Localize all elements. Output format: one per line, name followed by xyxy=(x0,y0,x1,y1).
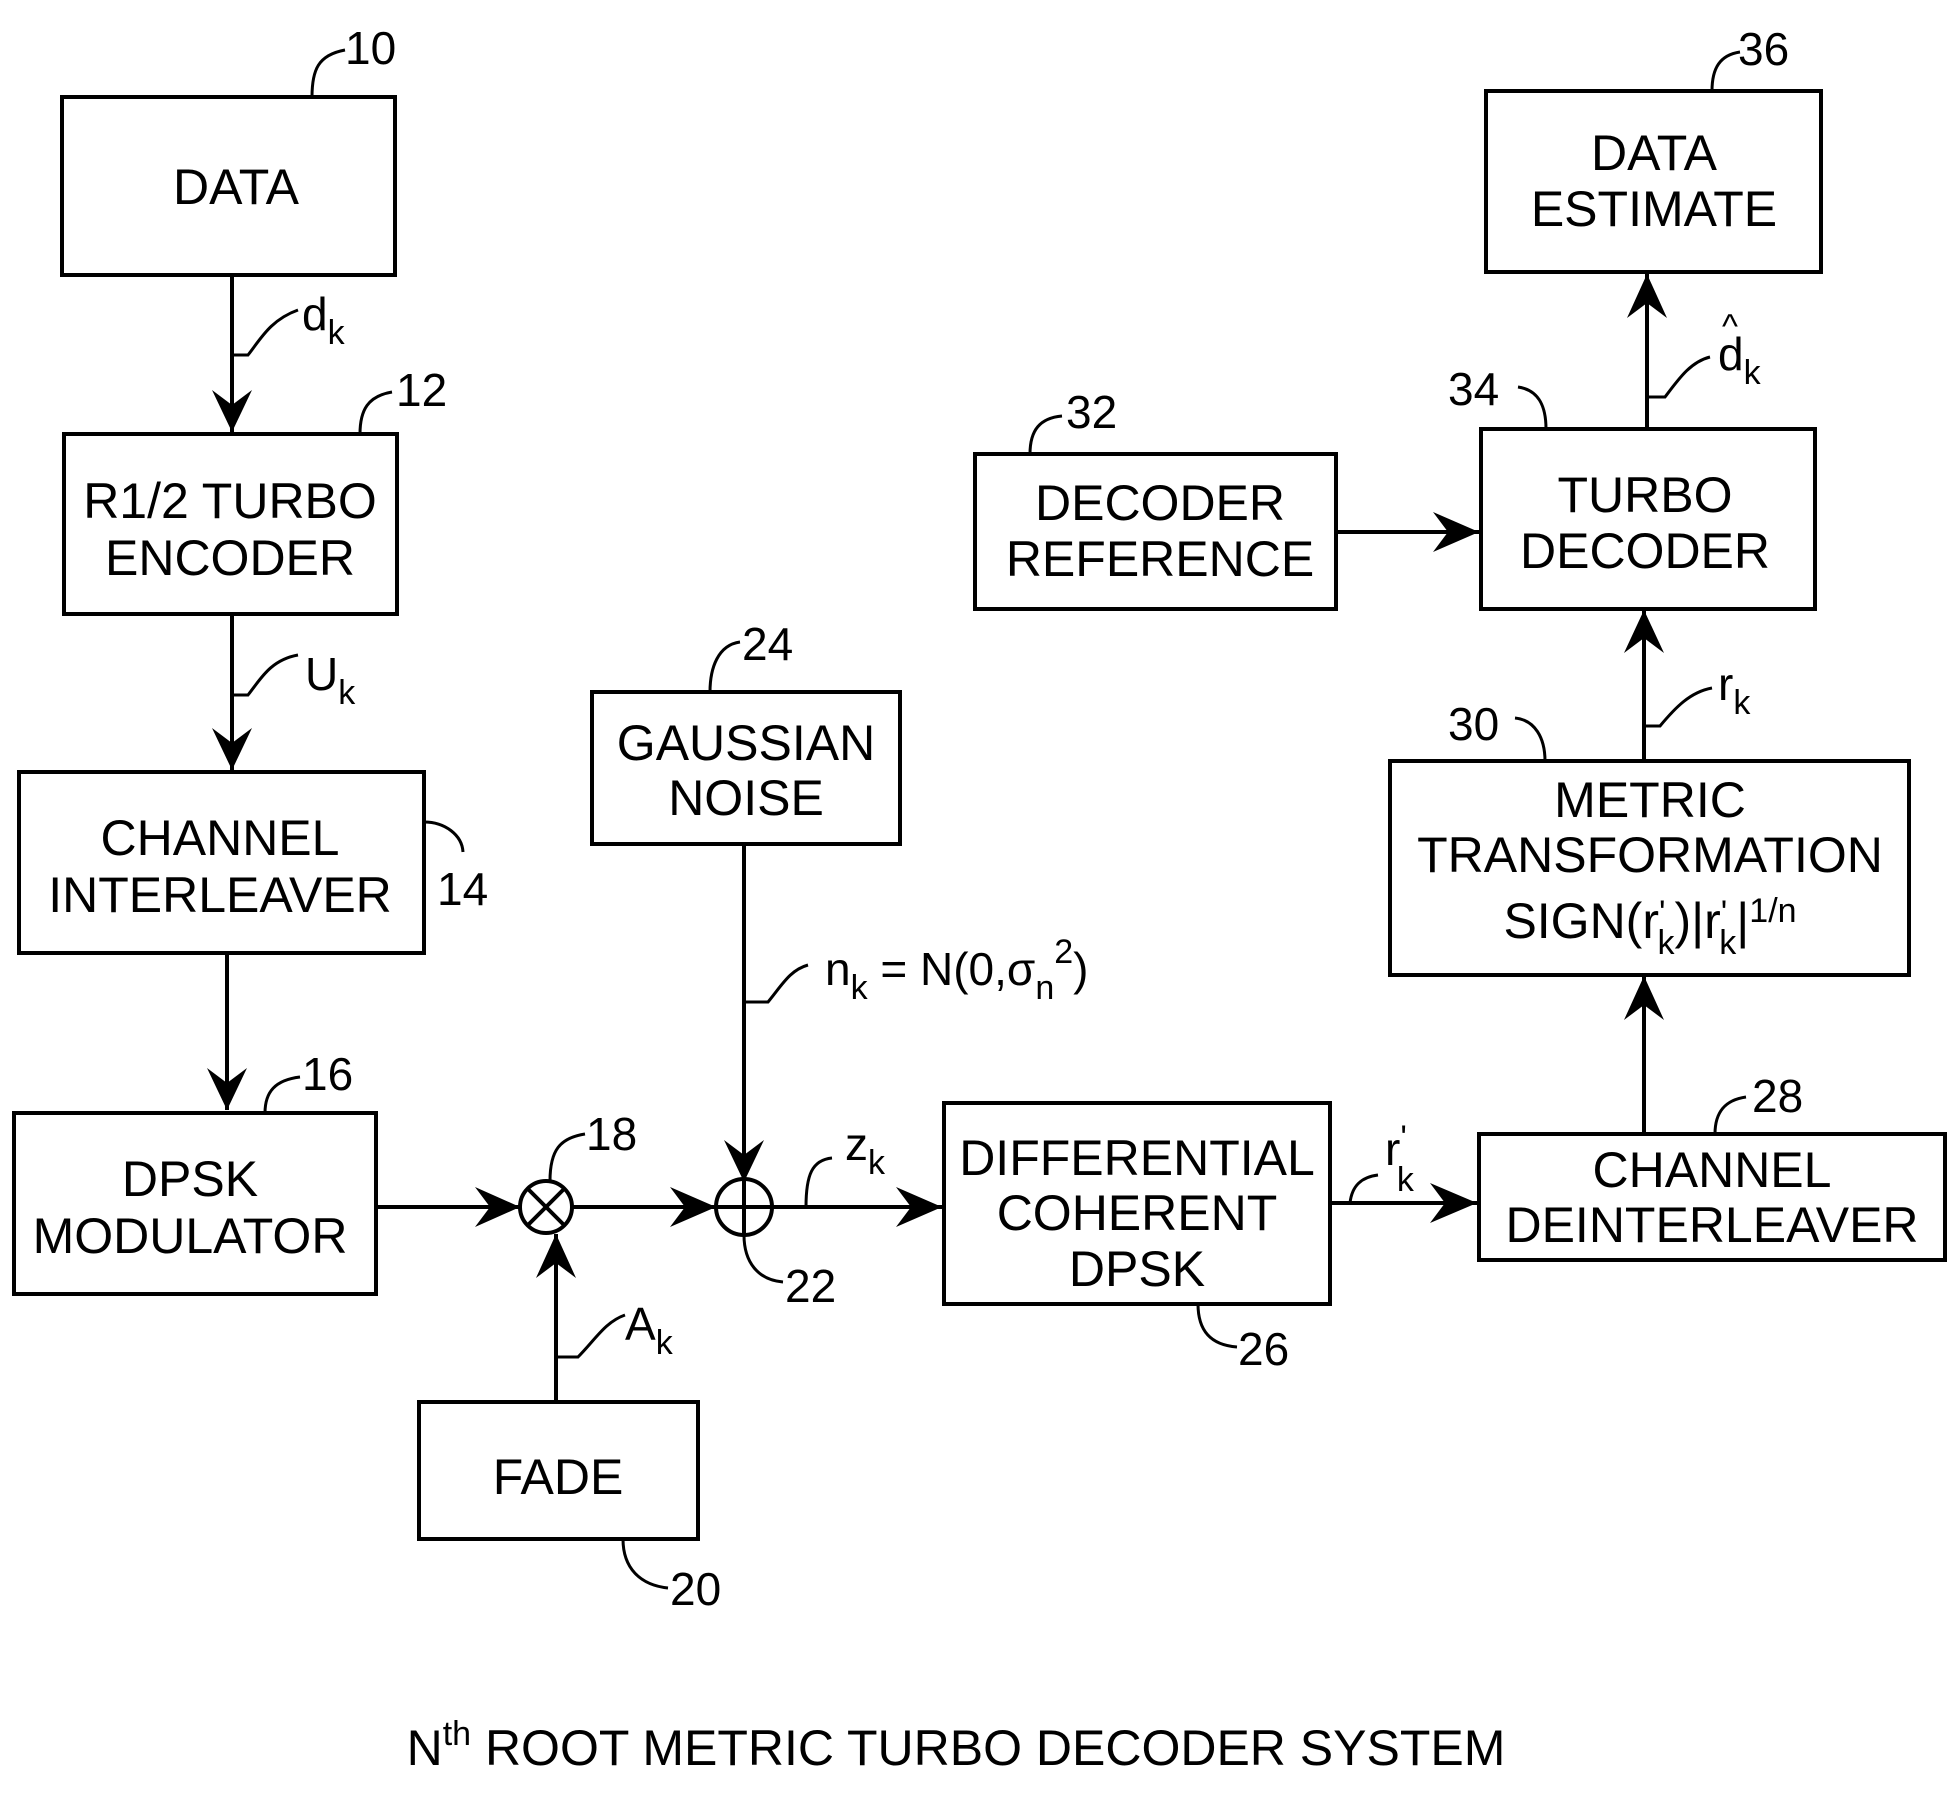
ref-36: 36 xyxy=(1738,23,1789,75)
block-turbo-decoder: TURBO DECODER 34 xyxy=(1448,363,1817,611)
block-metric-transformation: METRIC TRANSFORMATION SIGN(r' k)|r' k|1/n … xyxy=(1388,698,1911,977)
signal-dk: dk xyxy=(302,288,346,352)
block-modulator-label-2: MODULATOR xyxy=(33,1208,348,1264)
signal-ak: Ak xyxy=(625,1298,674,1362)
block-differential-coherent-dpsk: DIFFERENTIAL COHERENT DPSK 26 xyxy=(942,1101,1332,1375)
block-demod-label-2: COHERENT xyxy=(997,1185,1278,1241)
block-dpsk-modulator: DPSK MODULATOR 16 xyxy=(12,1048,378,1296)
block-gaussian-noise: GAUSSIAN NOISE 24 xyxy=(590,618,902,846)
leader-rk-prime xyxy=(1348,1173,1379,1204)
figure-title: Nth ROOT METRIC TURBO DECODER SYSTEM xyxy=(407,1715,1506,1776)
ref-12: 12 xyxy=(396,364,447,416)
leader-rk xyxy=(1644,686,1713,728)
ref-10: 10 xyxy=(345,22,396,74)
block-metric-label-2: TRANSFORMATION xyxy=(1417,827,1883,883)
ref-16: 16 xyxy=(302,1048,353,1100)
block-data-label: DATA xyxy=(173,159,300,215)
block-encoder-label-2: ENCODER xyxy=(105,530,355,586)
ref-14: 14 xyxy=(437,863,488,915)
ref-34: 34 xyxy=(1448,363,1499,415)
ref-24: 24 xyxy=(742,618,793,670)
block-estimate-label-2: ESTIMATE xyxy=(1531,181,1777,237)
leader-uk xyxy=(232,653,299,697)
leader-dk-hat xyxy=(1647,355,1711,399)
block-estimate-label-1: DATA xyxy=(1591,125,1718,181)
adder-node: 22 xyxy=(714,1177,836,1312)
block-decref-label-1: DECODER xyxy=(1035,475,1285,531)
ref-22: 22 xyxy=(785,1260,836,1312)
ref-32: 32 xyxy=(1066,386,1117,438)
block-turbo-encoder: R1/2 TURBO ENCODER 12 xyxy=(62,364,447,616)
block-noise-label-1: GAUSSIAN xyxy=(617,715,875,771)
block-modulator-label-1: DPSK xyxy=(122,1151,258,1207)
signal-zk: zk xyxy=(845,1118,886,1182)
block-deinterleaver-label-2: DEINTERLEAVER xyxy=(1505,1197,1918,1253)
block-metric-label-1: METRIC xyxy=(1554,772,1746,828)
ref-20: 20 xyxy=(670,1563,721,1615)
block-deinterleaver-label-1: CHANNEL xyxy=(1593,1142,1832,1198)
block-demod-label-3: DPSK xyxy=(1069,1241,1205,1297)
block-fade: FADE 20 xyxy=(417,1400,721,1615)
turbo-decoder-system-diagram: DATA 10 dk R1/2 TURBO ENCODER 12 Uk CHAN… xyxy=(12,22,1947,1776)
leader-dk xyxy=(232,308,299,357)
signal-uk: Uk xyxy=(305,648,356,712)
multiplier-node: 18 xyxy=(518,1108,637,1235)
signal-nk: nk = N(0,σn2) xyxy=(825,933,1088,1007)
block-fade-label: FADE xyxy=(493,1449,624,1505)
leader-ak xyxy=(556,1313,626,1359)
block-data: DATA 10 xyxy=(60,22,397,277)
block-channel-interleaver: CHANNEL INTERLEAVER 14 xyxy=(17,770,488,955)
leader-nk xyxy=(744,963,809,1004)
block-encoder-label-1: R1/2 TURBO xyxy=(83,473,377,529)
block-data-estimate: DATA ESTIMATE 36 xyxy=(1484,23,1823,274)
block-demod-label-1: DIFFERENTIAL xyxy=(959,1130,1315,1186)
ref-30: 30 xyxy=(1448,698,1499,750)
block-decoder-reference: DECODER REFERENCE 32 xyxy=(973,386,1338,611)
hat-accent: ^ xyxy=(1722,308,1738,346)
leader-zk xyxy=(804,1156,833,1208)
block-noise-label-2: NOISE xyxy=(668,770,824,826)
block-interleaver-label-1: CHANNEL xyxy=(101,810,340,866)
ref-18: 18 xyxy=(586,1108,637,1160)
ref-28: 28 xyxy=(1752,1070,1803,1122)
block-turbodec-label-1: TURBO xyxy=(1558,467,1733,523)
block-channel-deinterleaver: CHANNEL DEINTERLEAVER 28 xyxy=(1477,1070,1947,1262)
block-interleaver-label-2: INTERLEAVER xyxy=(48,867,392,923)
block-turbodec-label-2: DECODER xyxy=(1520,523,1770,579)
signal-rk-prime: r' k xyxy=(1385,1119,1415,1199)
ref-26: 26 xyxy=(1238,1323,1289,1375)
block-decref-label-2: REFERENCE xyxy=(1006,531,1314,587)
signal-rk: rk xyxy=(1718,658,1751,722)
